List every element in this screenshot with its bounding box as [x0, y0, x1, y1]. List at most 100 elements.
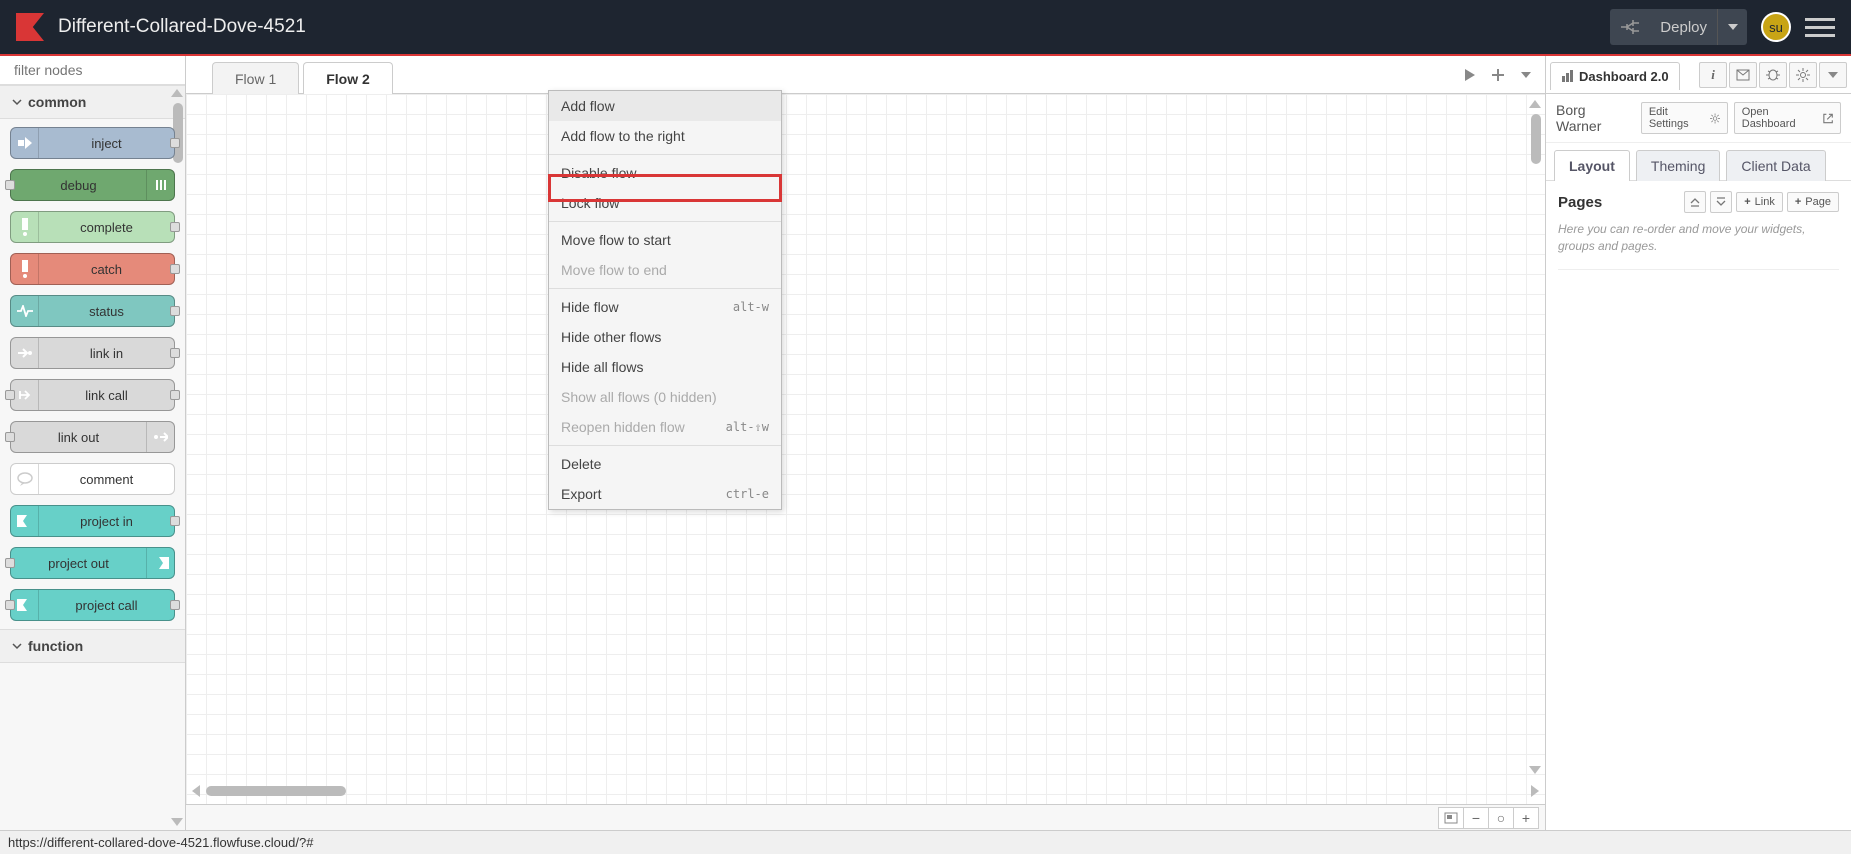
output-port	[170, 222, 180, 232]
ctx-hide-all[interactable]: Hide all flows	[549, 352, 781, 382]
filter-nodes-input[interactable]	[14, 62, 195, 78]
add-flow-icon[interactable]	[1485, 62, 1511, 88]
node-comment[interactable]: comment	[10, 463, 175, 495]
status-url: https://different-collared-dove-4521.flo…	[8, 835, 313, 850]
node-status[interactable]: status	[10, 295, 175, 327]
zoom-out-icon[interactable]: −	[1463, 807, 1489, 829]
ctx-delete[interactable]: Delete	[549, 449, 781, 479]
output-port	[170, 390, 180, 400]
node-palette: common inject debug comple	[0, 56, 186, 830]
node-project-call[interactable]: project call	[10, 589, 175, 621]
link-call-icon	[11, 380, 39, 410]
category-common[interactable]: common	[0, 85, 185, 119]
sidebar-tab-bar: Dashboard 2.0 i	[1546, 56, 1851, 94]
palette-scroll-down-icon[interactable]	[171, 818, 183, 826]
palette-scroll-up-icon[interactable]	[171, 89, 183, 97]
ctx-hide-flow[interactable]: Hide flowalt-w	[549, 292, 781, 322]
node-link-in[interactable]: link in	[10, 337, 175, 369]
tab-theming[interactable]: Theming	[1636, 150, 1720, 181]
zoom-reset-icon[interactable]: ○	[1488, 807, 1514, 829]
ctx-export[interactable]: Exportctrl-e	[549, 479, 781, 509]
canvas-scroll-down-icon[interactable]	[1529, 766, 1541, 774]
node-label: project call	[39, 598, 174, 613]
node-complete[interactable]: complete	[10, 211, 175, 243]
node-label: complete	[39, 220, 174, 235]
sidebar-tab-dashboard[interactable]: Dashboard 2.0	[1550, 62, 1680, 90]
input-port	[5, 180, 15, 190]
debug-icon[interactable]	[1759, 62, 1787, 88]
category-label: common	[28, 94, 86, 110]
input-port	[5, 600, 15, 610]
ctx-reopen: Reopen hidden flowalt-⇧w	[549, 412, 781, 442]
add-link-button[interactable]: +Link	[1736, 192, 1783, 212]
ctx-show-all: Show all flows (0 hidden)	[549, 382, 781, 412]
category-function[interactable]: function	[0, 629, 185, 663]
open-dashboard-button[interactable]: Open Dashboard	[1734, 102, 1841, 134]
open-dashboard-label: Open Dashboard	[1742, 106, 1819, 130]
canvas-hscrollbar[interactable]	[206, 786, 346, 796]
node-link-out[interactable]: link out	[10, 421, 175, 453]
node-label: status	[39, 304, 174, 319]
edit-settings-label: Edit Settings	[1649, 106, 1706, 130]
ctx-lock-flow[interactable]: Lock flow	[549, 188, 781, 218]
complete-icon	[11, 212, 39, 242]
deploy-dropdown-caret[interactable]	[1717, 9, 1747, 45]
node-label: debug	[11, 178, 146, 193]
filter-nodes-wrap[interactable]	[0, 56, 185, 85]
tab-flow-2[interactable]: Flow 2	[303, 62, 393, 95]
sidebar: Dashboard 2.0 i Borg Warner Edit Setting…	[1545, 56, 1851, 830]
hamburger-menu-icon[interactable]	[1805, 12, 1835, 42]
dashboard-title: Borg Warner	[1556, 102, 1629, 134]
canvas-footer: − ○ +	[186, 804, 1545, 830]
sidebar-menu-icon[interactable]	[1819, 62, 1847, 88]
chevron-down-icon	[12, 97, 22, 107]
node-label: link call	[39, 388, 174, 403]
node-debug[interactable]: debug	[10, 169, 175, 201]
view-navigator-icon[interactable]	[1438, 807, 1464, 829]
link-out-icon	[146, 422, 174, 452]
add-page-button[interactable]: +Page	[1787, 192, 1839, 212]
info-icon[interactable]: i	[1699, 62, 1727, 88]
canvas-scroll-left-icon[interactable]	[192, 785, 200, 797]
node-label: inject	[39, 136, 174, 151]
edit-settings-button[interactable]: Edit Settings	[1641, 102, 1728, 134]
deploy-button-group[interactable]: Deploy	[1610, 9, 1747, 45]
expand-all-icon[interactable]	[1710, 191, 1732, 213]
node-project-in[interactable]: project in	[10, 505, 175, 537]
ctx-hide-other[interactable]: Hide other flows	[549, 322, 781, 352]
zoom-in-icon[interactable]: +	[1513, 807, 1539, 829]
deploy-label: Deploy	[1650, 19, 1717, 36]
run-flow-icon[interactable]	[1457, 62, 1483, 88]
canvas-scroll-up-icon[interactable]	[1529, 100, 1541, 108]
external-link-icon	[1823, 113, 1833, 124]
node-project-out[interactable]: project out	[10, 547, 175, 579]
collapse-all-icon[interactable]	[1684, 191, 1706, 213]
canvas-vscrollbar[interactable]	[1531, 114, 1541, 164]
output-port	[170, 600, 180, 610]
user-avatar[interactable]: su	[1761, 12, 1791, 42]
node-inject[interactable]: inject	[10, 127, 175, 159]
catch-icon	[11, 254, 39, 284]
deploy-icon	[1610, 20, 1650, 34]
canvas-scroll-right-icon[interactable]	[1531, 785, 1539, 797]
node-label: catch	[39, 262, 174, 277]
ctx-disable-flow[interactable]: Disable flow	[549, 158, 781, 188]
tabs-menu-icon[interactable]	[1513, 62, 1539, 88]
ctx-add-flow[interactable]: Add flow	[549, 91, 781, 121]
node-link-call[interactable]: link call	[10, 379, 175, 411]
comment-icon	[11, 464, 39, 494]
help-icon[interactable]	[1729, 62, 1757, 88]
flow-canvas[interactable]	[186, 94, 1545, 804]
tab-flow-1[interactable]: Flow 1	[212, 62, 299, 95]
node-catch[interactable]: catch	[10, 253, 175, 285]
tab-layout[interactable]: Layout	[1554, 150, 1630, 181]
project-call-icon	[11, 590, 39, 620]
inject-icon	[11, 128, 39, 158]
ctx-add-flow-right[interactable]: Add flow to the right	[549, 121, 781, 151]
config-icon[interactable]	[1789, 62, 1817, 88]
workspace: Flow 1 Flow 2 − ○ +	[186, 56, 1545, 830]
ctx-move-start[interactable]: Move flow to start	[549, 225, 781, 255]
node-label: link in	[39, 346, 174, 361]
output-port	[170, 306, 180, 316]
tab-client-data[interactable]: Client Data	[1726, 150, 1825, 181]
